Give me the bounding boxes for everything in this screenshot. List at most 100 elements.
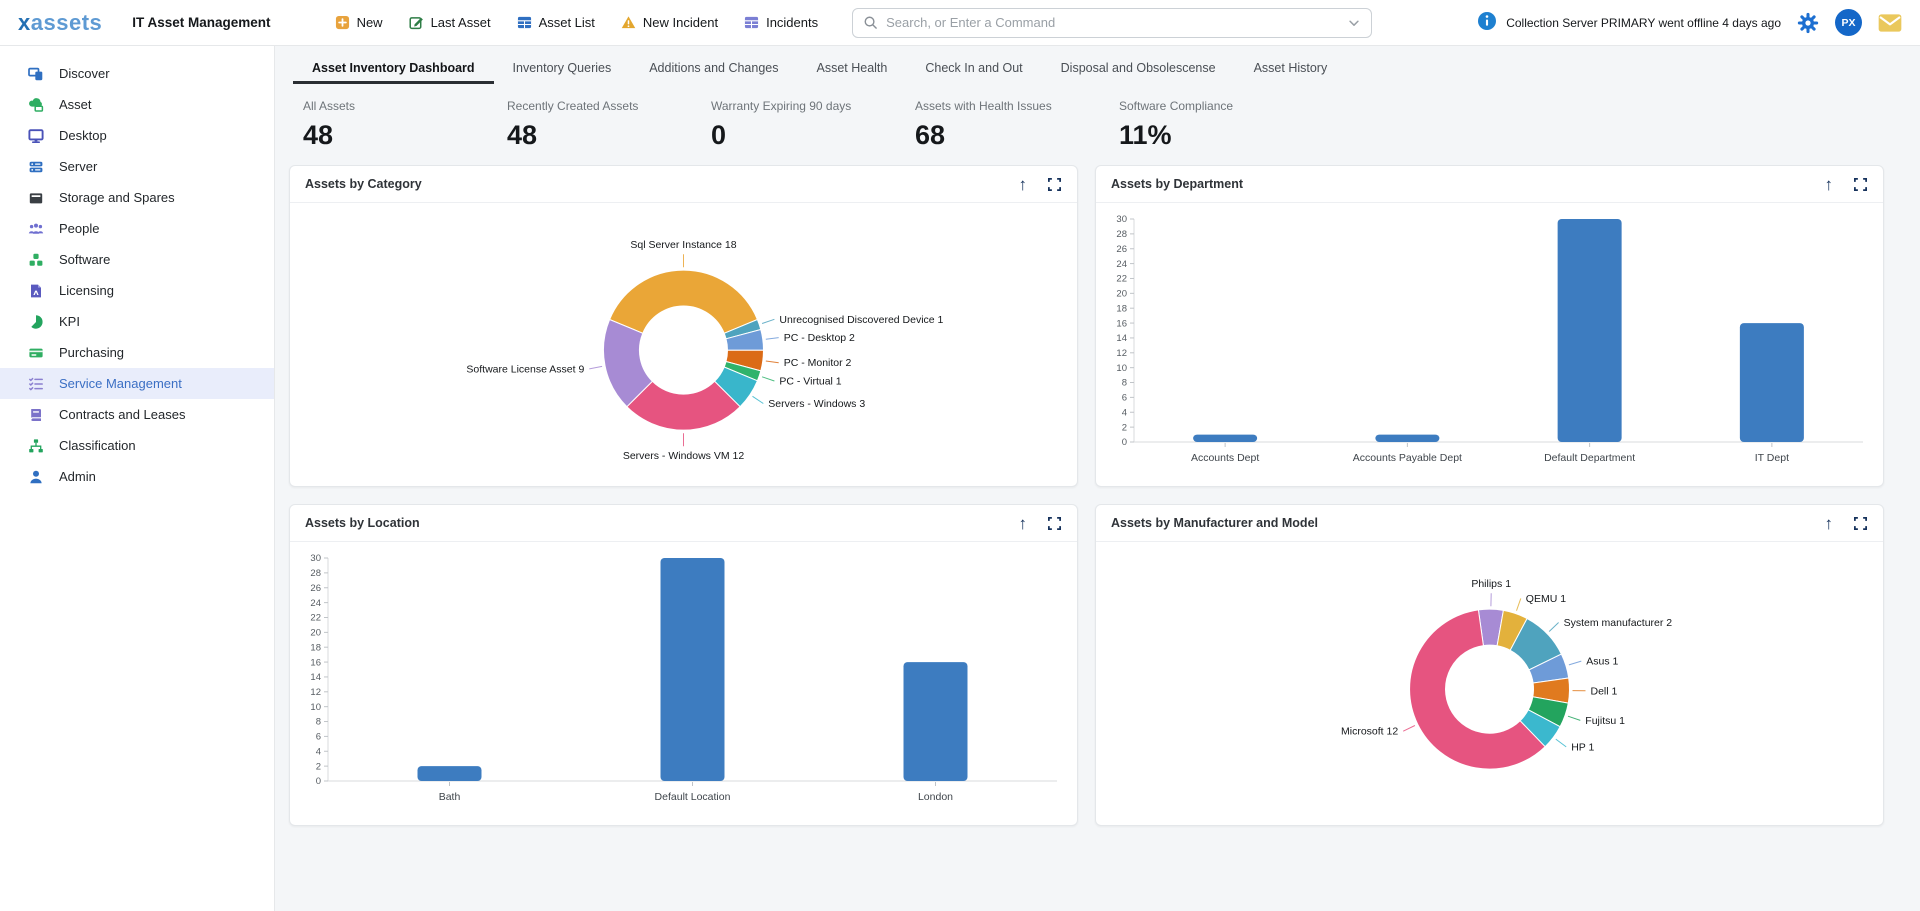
sidebar-item-label: Contracts and Leases [59, 407, 185, 422]
sidebar-item-service-management[interactable]: Service Management [0, 368, 274, 399]
tab-asset-inventory-dashboard[interactable]: Asset Inventory Dashboard [293, 52, 494, 84]
gear-icon[interactable] [1797, 12, 1819, 34]
stat-label: Recently Created Assets [507, 99, 711, 113]
sidebar-item-desktop[interactable]: Desktop [0, 120, 274, 151]
export-arrow-icon[interactable]: ↑ [1825, 515, 1834, 532]
sidebar-item-discover[interactable]: Discover [0, 58, 274, 89]
sidebar-item-licensing[interactable]: Licensing [0, 275, 274, 306]
toolbar-action-last-asset[interactable]: Last Asset [409, 15, 491, 30]
svg-text:12: 12 [1116, 348, 1127, 359]
search-input[interactable] [886, 15, 1339, 30]
toolbar-action-new-incident[interactable]: New Incident [621, 15, 718, 30]
search-box[interactable] [852, 8, 1372, 38]
sidebar: DiscoverAsset Desktop Server Storage and Sp… [0, 46, 275, 911]
card-title: Assets by Location [305, 516, 420, 530]
stat-recently-created-assets: Recently Created Assets 48 [507, 99, 711, 151]
card-header: Assets by Category ↑ [290, 166, 1077, 203]
svg-text:8: 8 [1122, 378, 1127, 389]
toolbar-action-asset-list[interactable]: Asset List [517, 15, 595, 30]
sidebar-item-label: Server [59, 159, 97, 174]
svg-text:PC - Monitor 2: PC - Monitor 2 [784, 357, 852, 369]
stat-label: Assets with Health Issues [915, 99, 1119, 113]
svg-text:16: 16 [310, 657, 321, 668]
licensing-icon [28, 283, 44, 299]
svg-text:HP 1: HP 1 [1571, 741, 1594, 753]
svg-text:London: London [918, 791, 953, 803]
card-assets-by-manufacturer: Assets by Manufacturer and Model ↑ Phili… [1095, 504, 1884, 826]
tab-inventory-queries[interactable]: Inventory Queries [494, 52, 631, 84]
card-header: Assets by Location ↑ [290, 505, 1077, 542]
sidebar-item-label: Licensing [59, 283, 114, 298]
svg-text:24: 24 [1116, 259, 1127, 270]
stat-label: Warranty Expiring 90 days [711, 99, 915, 113]
tab-asset-health[interactable]: Asset Health [797, 52, 906, 84]
toolbar-action-incidents[interactable]: Incidents [744, 15, 818, 30]
sidebar-item-label: Purchasing [59, 345, 124, 360]
service-management-icon [28, 376, 44, 392]
table-purple-icon [744, 15, 759, 30]
sidebar-item-admin[interactable]: Admin [0, 461, 274, 492]
svg-text:20: 20 [1116, 289, 1127, 300]
stat-value: 68 [915, 120, 1119, 151]
expand-icon[interactable] [1853, 177, 1868, 192]
sidebar-item-contracts-and-leases[interactable]: Contracts and Leases [0, 399, 274, 430]
svg-text:PC - Virtual 1: PC - Virtual 1 [779, 376, 841, 388]
stat-value: 48 [507, 120, 711, 151]
svg-text:System manufacturer 2: System manufacturer 2 [1564, 617, 1673, 629]
expand-icon[interactable] [1853, 516, 1868, 531]
toolbar-action-label: New [357, 15, 383, 30]
svg-text:2: 2 [316, 761, 321, 772]
svg-text:Fujitsu 1: Fujitsu 1 [1585, 715, 1625, 727]
export-arrow-icon[interactable]: ↑ [1825, 176, 1834, 193]
server-icon [28, 159, 44, 175]
toolbar-action-new[interactable]: New [335, 15, 383, 30]
export-arrow-icon[interactable]: ↑ [1019, 176, 1028, 193]
stat-software-compliance: Software Compliance11% [1119, 99, 1323, 151]
sidebar-item-people[interactable]: People [0, 213, 274, 244]
svg-text:Philips 1: Philips 1 [1471, 578, 1511, 590]
kpi-icon [28, 314, 44, 330]
table-blue-icon [517, 15, 532, 30]
sidebar-item-storage-and-spares[interactable]: Storage and Spares [0, 182, 274, 213]
sidebar-item-kpi[interactable]: KPI [0, 306, 274, 337]
svg-text:28: 28 [310, 568, 321, 579]
toolbar-action-label: Last Asset [431, 15, 491, 30]
stat-label: Software Compliance [1119, 99, 1323, 113]
svg-text:QEMU 1: QEMU 1 [1526, 593, 1566, 605]
envelope-icon[interactable] [1878, 13, 1902, 33]
sidebar-item-classification[interactable]: Classification [0, 430, 274, 461]
toolbar-action-label: Asset List [539, 15, 595, 30]
sidebar-item-purchasing[interactable]: Purchasing [0, 337, 274, 368]
classification-icon [28, 438, 44, 454]
xassets-logo[interactable]: xassets [18, 10, 102, 36]
svg-text:8: 8 [316, 717, 321, 728]
assets-by-location-chart[interactable]: 024681012141618202224262830BathDefault L… [290, 542, 1077, 825]
assets-by-department-chart[interactable]: 024681012141618202224262830Accounts Dept… [1096, 203, 1883, 486]
sidebar-item-software[interactable]: Software [0, 244, 274, 275]
card-title: Assets by Category [305, 177, 422, 191]
svg-text:Accounts Payable Dept: Accounts Payable Dept [1353, 452, 1462, 464]
sidebar-item-label: Desktop [59, 128, 107, 143]
svg-text:14: 14 [310, 672, 321, 683]
tab-additions-and-changes[interactable]: Additions and Changes [630, 52, 797, 84]
sidebar-item-asset[interactable]: Asset [0, 89, 274, 120]
export-arrow-icon[interactable]: ↑ [1019, 515, 1028, 532]
chevron-down-icon[interactable] [1347, 16, 1361, 30]
notification[interactable]: Collection Server PRIMARY went offline 4… [1477, 11, 1781, 34]
assets-by-manufacturer-chart[interactable]: Philips 1QEMU 1System manufacturer 2Asus… [1096, 542, 1883, 825]
svg-text:26: 26 [1116, 244, 1127, 255]
svg-text:30: 30 [310, 553, 321, 564]
svg-text:Default Department: Default Department [1544, 452, 1635, 464]
card-assets-by-department: Assets by Department ↑ 02468101214161820… [1095, 165, 1884, 487]
svg-text:Sql Server Instance 18: Sql Server Instance 18 [630, 239, 736, 251]
card-title: Assets by Department [1111, 177, 1243, 191]
tab-check-in-and-out[interactable]: Check In and Out [906, 52, 1041, 84]
expand-icon[interactable] [1047, 177, 1062, 192]
tab-asset-history[interactable]: Asset History [1235, 52, 1347, 84]
purchasing-icon [28, 345, 44, 361]
expand-icon[interactable] [1047, 516, 1062, 531]
assets-by-category-chart[interactable]: Sql Server Instance 18Unrecognised Disco… [290, 203, 1077, 486]
tab-disposal-and-obsolescense[interactable]: Disposal and Obsolescense [1042, 52, 1235, 84]
avatar[interactable]: PX [1835, 9, 1862, 36]
sidebar-item-server[interactable]: Server [0, 151, 274, 182]
